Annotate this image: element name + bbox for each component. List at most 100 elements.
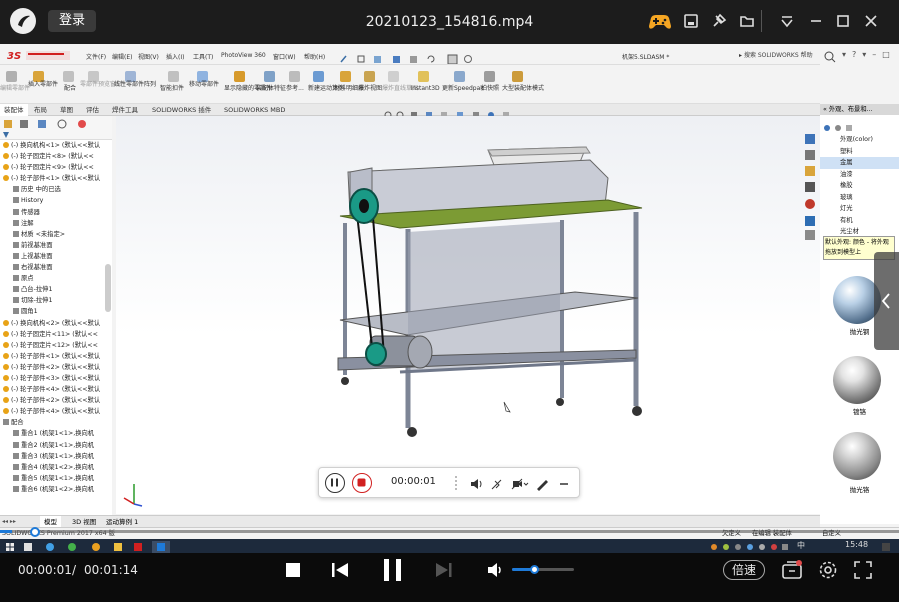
stop-record-button[interactable] (352, 473, 372, 493)
panel-toolbar[interactable] (822, 118, 878, 131)
toolbar-label-preview-window[interactable]: 零部件预览窗口 (80, 81, 122, 89)
appearance-rubber[interactable]: 橡胶 (820, 180, 899, 192)
tab-layout[interactable]: 布局 (30, 104, 51, 116)
tree-item[interactable]: 上视基准面 (0, 251, 112, 262)
tree-item[interactable]: (-) 换向机构<2> (默认<<默认 (0, 318, 112, 329)
help-search-field[interactable]: ▸ 搜索 SOLIDWORKS 帮助 (739, 50, 813, 62)
toolbar-label-instant3d[interactable]: Instant3D (410, 85, 440, 93)
mini-window-icon[interactable] (683, 13, 699, 33)
tree-item[interactable]: 原点 (0, 273, 112, 284)
tree-scrollbar[interactable] (105, 264, 111, 312)
settings-icon[interactable] (817, 559, 839, 585)
next-icon[interactable] (434, 560, 454, 584)
menu-file[interactable]: 文件(F) (86, 52, 106, 61)
toolbar-label-explode-view[interactable]: 爆炸视图 (358, 85, 382, 93)
tree-item[interactable]: 重合1 (机架1<1>,换向机 (0, 428, 112, 439)
ime-indicator[interactable]: 中 (797, 540, 805, 551)
material-thumb-chrome[interactable] (833, 356, 881, 404)
tab-mbd[interactable]: SOLIDWORKS MBD (220, 104, 289, 116)
tab-assembly[interactable]: 装配体 (0, 104, 28, 116)
graphics-viewport[interactable] (116, 116, 820, 514)
appearance-plastic[interactable]: 塑料 (820, 146, 899, 158)
tree-item[interactable]: 材质 <未指定> (0, 229, 112, 240)
fullscreen-icon[interactable] (852, 559, 874, 585)
tree-item[interactable]: (-) 轮子部件<2> (默认<<默认 (0, 395, 112, 406)
tab-evaluate[interactable]: 评估 (82, 104, 103, 116)
toolbar-label-snapshot[interactable]: 拍快照 (478, 85, 502, 93)
tree-item[interactable]: (-) 轮子部件<1> (默认<<默认 (0, 173, 112, 184)
pen-icon[interactable] (535, 476, 549, 495)
tree-item[interactable]: 注解 (0, 218, 112, 229)
camera-off-icon[interactable] (511, 476, 529, 495)
maximize-icon[interactable] (835, 13, 851, 33)
toolbar-label-large-assembly[interactable]: 大型装配体模式 (502, 85, 544, 93)
sw-window-controls[interactable]: ▾?▾–□ (842, 50, 898, 62)
menu-window[interactable]: 窗口(W) (273, 52, 296, 61)
speaker-icon[interactable] (469, 476, 483, 495)
tree-item[interactable]: (-) 轮子部件<4> (默认<<默认 (0, 384, 112, 395)
task-pane-strip[interactable] (802, 132, 818, 242)
tree-item[interactable]: (-) 轮子固定片<9> (默认<< (0, 162, 112, 173)
tree-item[interactable]: (-) 轮子部件<4> (默认<<默认 (0, 406, 112, 417)
tree-item[interactable]: 历史 中的已选 (0, 184, 112, 195)
mic-off-icon[interactable] (489, 476, 503, 495)
folder-icon[interactable] (739, 13, 755, 33)
playlist-icon[interactable] (781, 559, 803, 585)
tree-item[interactable]: 重合3 (机架1<1>,换向机 (0, 451, 112, 462)
menu-photoview[interactable]: PhotoView 360 (221, 52, 266, 59)
playback-progress-knob[interactable] (29, 527, 40, 537)
volume-slider[interactable] (512, 568, 574, 571)
pause-icon[interactable] (382, 557, 404, 587)
system-clock[interactable]: 15:48 (845, 540, 868, 549)
pin-off-icon[interactable] (711, 13, 727, 33)
tree-item[interactable]: 右视基准面 (0, 262, 112, 273)
appearance-glass[interactable]: 玻璃 (820, 192, 899, 204)
menu-insert[interactable]: 插入(I) (166, 52, 184, 61)
minimize-icon[interactable] (808, 13, 824, 33)
menu-view[interactable]: 视图(V) (138, 52, 159, 61)
heads-up-view-toolbar[interactable] (383, 105, 523, 119)
side-collapse-handle[interactable] (874, 252, 899, 350)
toolbar-label-speedpak[interactable]: 更新Speedpak (442, 85, 484, 93)
tree-item[interactable]: (-) 轮子固定片<12> (默认<< (0, 340, 112, 351)
toolbar-label-linear-pattern[interactable]: 线性零部件阵列 (110, 81, 160, 89)
tree-item[interactable]: (-) 轮子固定片<11> (默认<< (0, 329, 112, 340)
tree-item[interactable]: 传感器 (0, 207, 112, 218)
toolbar-label-move-component[interactable]: 移动零部件 (186, 81, 222, 89)
volume-icon[interactable] (486, 561, 504, 583)
previous-icon[interactable] (330, 560, 350, 584)
tab-addins[interactable]: SOLIDWORKS 插件 (148, 104, 215, 116)
toolbar-label-smart-fastener[interactable]: 智能扣件 (160, 85, 184, 93)
start-icon[interactable] (6, 543, 14, 551)
appearance-paint[interactable]: 油漆 (820, 169, 899, 181)
appearance-light[interactable]: 灯光 (820, 203, 899, 215)
tree-item[interactable]: 重合6 (机架1<2>,换向机 (0, 484, 112, 495)
gamepad-icon[interactable] (648, 12, 672, 36)
tree-item[interactable]: 前视基准面 (0, 240, 112, 251)
tree-item[interactable]: 圆角1 (0, 306, 112, 317)
login-button[interactable]: 登录 (48, 10, 96, 32)
tree-item[interactable]: 配合 (0, 417, 112, 428)
material-thumb-polished-chrome[interactable] (833, 432, 881, 480)
toolbar-label-insert-component[interactable]: 插入零部件 (26, 81, 60, 89)
appearance-metal[interactable]: 金属 (820, 157, 899, 169)
tree-item[interactable]: (-) 换向机构<1> (默认<<默认 (0, 140, 112, 151)
tab-weldments[interactable]: 焊件工具 (108, 104, 142, 116)
tree-item[interactable]: (-) 轮子固定片<8> (默认<< (0, 151, 112, 162)
search-icon[interactable] (823, 49, 837, 68)
tree-item[interactable]: 重合5 (机架1<1>,换向机 (0, 473, 112, 484)
toolbar-label-new-motion-study[interactable]: 新建运动算例 (308, 85, 344, 93)
playback-speed-button[interactable]: 倍速 (723, 560, 765, 580)
toolbar-label-edit-component[interactable]: 编辑零部件 (0, 85, 30, 93)
tree-item[interactable]: 切除-拉伸1 (0, 295, 112, 306)
tree-item[interactable]: (-) 轮子部件<3> (默认<<默认 (0, 373, 112, 384)
tree-item[interactable]: 重合4 (机架1<2>,换向机 (0, 462, 112, 473)
minimize-control-icon[interactable] (557, 476, 571, 495)
tree-item[interactable]: History (0, 195, 112, 206)
menu-help[interactable]: 帮助(H) (304, 52, 325, 61)
toolbar-label-show-hidden[interactable]: 显示隐藏的零部件 (224, 85, 272, 93)
tree-item[interactable]: (-) 轮子部件<2> (默认<<默认 (0, 362, 112, 373)
tree-item[interactable]: 重合2 (机架1<1>,换向机 (0, 440, 112, 451)
volume-knob[interactable] (529, 565, 539, 574)
tree-item[interactable]: 凸台-拉伸1 (0, 284, 112, 295)
